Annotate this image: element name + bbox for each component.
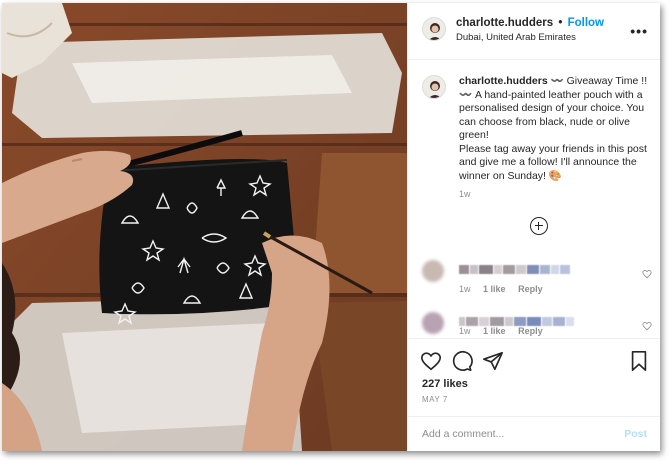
caption-text: charlotte.hudders 〰️ Giveaway Time !! 〰️… xyxy=(459,75,658,183)
comment-likes[interactable]: 1 like xyxy=(483,326,506,336)
comment-like-heart-icon[interactable] xyxy=(642,318,652,336)
like-heart-icon[interactable] xyxy=(420,350,442,377)
more-options-icon[interactable]: ••• xyxy=(630,23,648,39)
redacted-comment-text xyxy=(459,265,570,274)
save-bookmark-icon[interactable] xyxy=(629,350,649,377)
comment-reply-button[interactable]: Reply xyxy=(518,326,543,336)
post-image[interactable] xyxy=(2,3,407,451)
add-comment-bar: Add a comment... Post xyxy=(408,416,660,451)
commenter-avatar[interactable] xyxy=(422,260,444,282)
load-more-comments-icon[interactable] xyxy=(530,217,548,235)
comment-item: 1w 1 like Reply xyxy=(422,260,654,300)
caption-timestamp[interactable]: 1w xyxy=(459,189,471,199)
share-paper-plane-icon[interactable] xyxy=(482,350,504,377)
author-avatar[interactable] xyxy=(422,17,446,41)
add-comment-input[interactable]: Add a comment... xyxy=(422,428,504,440)
commenter-avatar[interactable] xyxy=(422,312,444,334)
comment-timestamp[interactable]: 1w xyxy=(459,326,471,336)
comment-likes[interactable]: 1 like xyxy=(483,284,506,294)
likes-count[interactable]: 227 likes xyxy=(422,378,468,390)
post-side-panel: charlotte.hudders • Follow Dubai, United… xyxy=(407,3,660,451)
comment-timestamp[interactable]: 1w xyxy=(459,284,471,294)
comment-meta: 1w 1 like Reply xyxy=(459,284,553,294)
caption-username[interactable]: charlotte.hudders xyxy=(459,75,548,87)
post-header: charlotte.hudders • Follow Dubai, United… xyxy=(408,3,660,60)
redacted-comment-text xyxy=(459,317,574,326)
post-date: MAY 7 xyxy=(422,395,448,404)
comment-reply-button[interactable]: Reply xyxy=(518,284,543,294)
follow-button[interactable]: Follow xyxy=(568,17,604,29)
comment-bubble-icon[interactable] xyxy=(451,350,473,377)
location-link[interactable]: Dubai, United Arab Emirates xyxy=(456,32,576,43)
header-user-line: charlotte.hudders • Follow xyxy=(456,17,604,29)
post-actions: 227 likes MAY 7 xyxy=(408,338,660,416)
author-username[interactable]: charlotte.hudders xyxy=(456,17,553,29)
comment-meta: 1w 1 like Reply xyxy=(459,326,553,336)
separator-dot: • xyxy=(558,17,563,29)
caption-avatar[interactable] xyxy=(422,75,446,99)
post-dialog: charlotte.hudders • Follow Dubai, United… xyxy=(2,3,660,451)
caption-body-2: Please tag away your friends in this pos… xyxy=(459,142,647,182)
comment-like-heart-icon[interactable] xyxy=(642,266,652,284)
post-comment-button[interactable]: Post xyxy=(624,428,647,440)
